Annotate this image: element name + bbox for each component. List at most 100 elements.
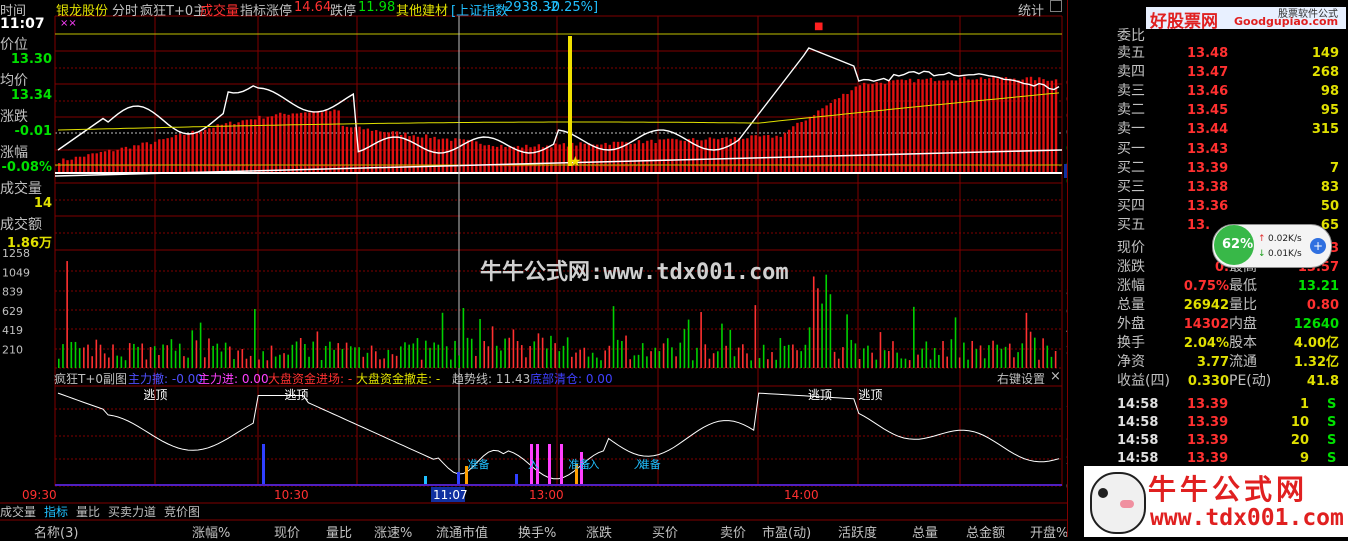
download-arrow-icon: ↓	[1258, 249, 1266, 259]
volume-bar	[258, 359, 260, 368]
volume-bar	[245, 358, 248, 368]
volume-bar	[908, 360, 911, 368]
bottom-tab[interactable]: 竞价图	[164, 504, 200, 520]
quote-label-2: 量比	[1229, 297, 1257, 313]
volume-bar	[687, 319, 690, 368]
fund-flow-bar	[66, 160, 69, 173]
volume-bar	[904, 358, 907, 368]
volume-bar	[283, 353, 285, 368]
download-speed: 0.01K/s	[1268, 249, 1302, 259]
limit-up-value: 14.64	[294, 0, 332, 15]
fund-flow-bar	[379, 131, 382, 173]
column-header[interactable]: 总金额	[966, 522, 1005, 541]
column-header[interactable]: 涨速%	[374, 522, 412, 541]
fund-flow-bar	[308, 112, 311, 173]
volume-bar	[787, 344, 790, 368]
volume-bar	[742, 344, 744, 368]
fund-flow-bar	[366, 128, 370, 173]
volume-bar	[675, 356, 677, 368]
stats-button[interactable]: 统计	[1018, 0, 1044, 19]
quote-label: 涨跌	[1117, 259, 1145, 275]
mode-item[interactable]: 分时	[112, 0, 138, 19]
volume-bar	[103, 353, 106, 368]
order-book-row[interactable]: 卖四 13.47 268	[1117, 63, 1339, 82]
indicator-name[interactable]: 疯狂T+0副图	[54, 370, 127, 387]
volume-bar	[183, 356, 185, 368]
fund-flow-bar	[762, 135, 766, 173]
volume-bar	[433, 342, 435, 368]
order-label: 买二	[1117, 160, 1145, 176]
mode-item[interactable]: 疯狂T+0主	[140, 0, 206, 19]
column-header[interactable]: 卖价	[720, 522, 746, 541]
column-header[interactable]: 开盘%	[1030, 522, 1068, 541]
column-header[interactable]: 换手%	[518, 522, 556, 541]
order-price: 13.38	[1187, 180, 1229, 195]
order-book-row[interactable]: 卖一 13.44 315	[1117, 120, 1339, 139]
volume-bar	[704, 344, 707, 368]
order-book-row[interactable]: 卖三 13.46 98	[1117, 82, 1339, 101]
quote-value-2: 41.8	[1306, 374, 1339, 389]
fund-flow-bar	[1017, 80, 1020, 173]
volume-bar	[875, 359, 878, 368]
plus-icon[interactable]: +	[1310, 238, 1326, 254]
indicator-spike	[457, 472, 460, 484]
right-click-settings[interactable]: 右键设置	[997, 370, 1045, 387]
order-book-row[interactable]: 买三 13.38 83	[1117, 178, 1339, 197]
tick-side: S	[1327, 397, 1337, 412]
volume-bar	[571, 356, 573, 368]
fund-flow-bar	[120, 147, 123, 173]
column-header[interactable]: 名称(3)	[34, 522, 78, 541]
quote-label-2: 内盘	[1229, 316, 1257, 332]
volume-bar	[650, 351, 652, 368]
buy-signal-tag: 入	[588, 458, 599, 471]
index-label[interactable]: [上证指数	[451, 0, 508, 19]
column-header[interactable]: 买价	[652, 522, 678, 541]
column-header[interactable]: 涨跌	[586, 522, 612, 541]
volume-bar	[700, 312, 702, 368]
quote-label: 现价	[1117, 240, 1145, 256]
indicator-close-icon[interactable]: ×	[1050, 369, 1061, 384]
column-header[interactable]: 涨幅%	[192, 522, 230, 541]
order-volume: 268	[1311, 65, 1339, 80]
fund-flow-bar	[1013, 78, 1016, 173]
fund-flow-bar	[704, 139, 707, 173]
order-label: 卖三	[1117, 83, 1145, 99]
order-book-row[interactable]: 卖五 13.48 149	[1117, 44, 1339, 63]
column-header[interactable]: 活跃度	[838, 522, 877, 541]
column-header[interactable]: 流通市值	[436, 522, 488, 541]
fund-flow-bar	[199, 131, 203, 173]
volume-bar	[604, 350, 606, 368]
volume-bar	[996, 344, 999, 368]
bottom-tab[interactable]: 成交量	[0, 504, 36, 520]
fund-flow-bar	[687, 138, 691, 173]
column-header[interactable]: 市盈(动)	[762, 522, 811, 541]
column-header[interactable]: 量比	[326, 522, 352, 541]
mode-item[interactable]: 成交量	[200, 0, 239, 19]
volume-bar	[900, 358, 903, 368]
bottom-tab[interactable]: 量比	[76, 504, 100, 520]
industry[interactable]: 其他建材	[396, 0, 448, 19]
order-volume: 7	[1329, 161, 1339, 176]
column-header[interactable]: 总量	[912, 522, 938, 541]
volume-bar	[195, 340, 198, 368]
bottom-tab[interactable]: 买卖力道	[108, 504, 156, 520]
fund-flow-bar	[629, 144, 632, 173]
window-button[interactable]	[1050, 0, 1062, 12]
volume-bar	[279, 354, 281, 368]
volume-bar	[929, 359, 932, 368]
mode-item[interactable]: 指标	[240, 0, 266, 19]
bottom-tab[interactable]: 指标	[44, 504, 68, 520]
fund-flow-bar	[133, 145, 136, 173]
order-book-row[interactable]: 买一 13.43	[1117, 140, 1339, 159]
fund-flow-bar	[612, 141, 616, 173]
volume-bar	[1021, 343, 1024, 368]
volume-bar	[208, 338, 210, 368]
order-book-row[interactable]: 卖二 13.45 95	[1117, 101, 1339, 120]
volume-bar	[470, 338, 473, 368]
fund-flow-bar	[716, 139, 720, 173]
order-book-row[interactable]: 买四 13.36 50	[1117, 197, 1339, 216]
order-book-row[interactable]: 买二 13.39 7	[1117, 159, 1339, 178]
fund-flow-bar	[1033, 80, 1037, 173]
volume-bar	[691, 360, 694, 368]
column-header[interactable]: 现价	[274, 522, 300, 541]
